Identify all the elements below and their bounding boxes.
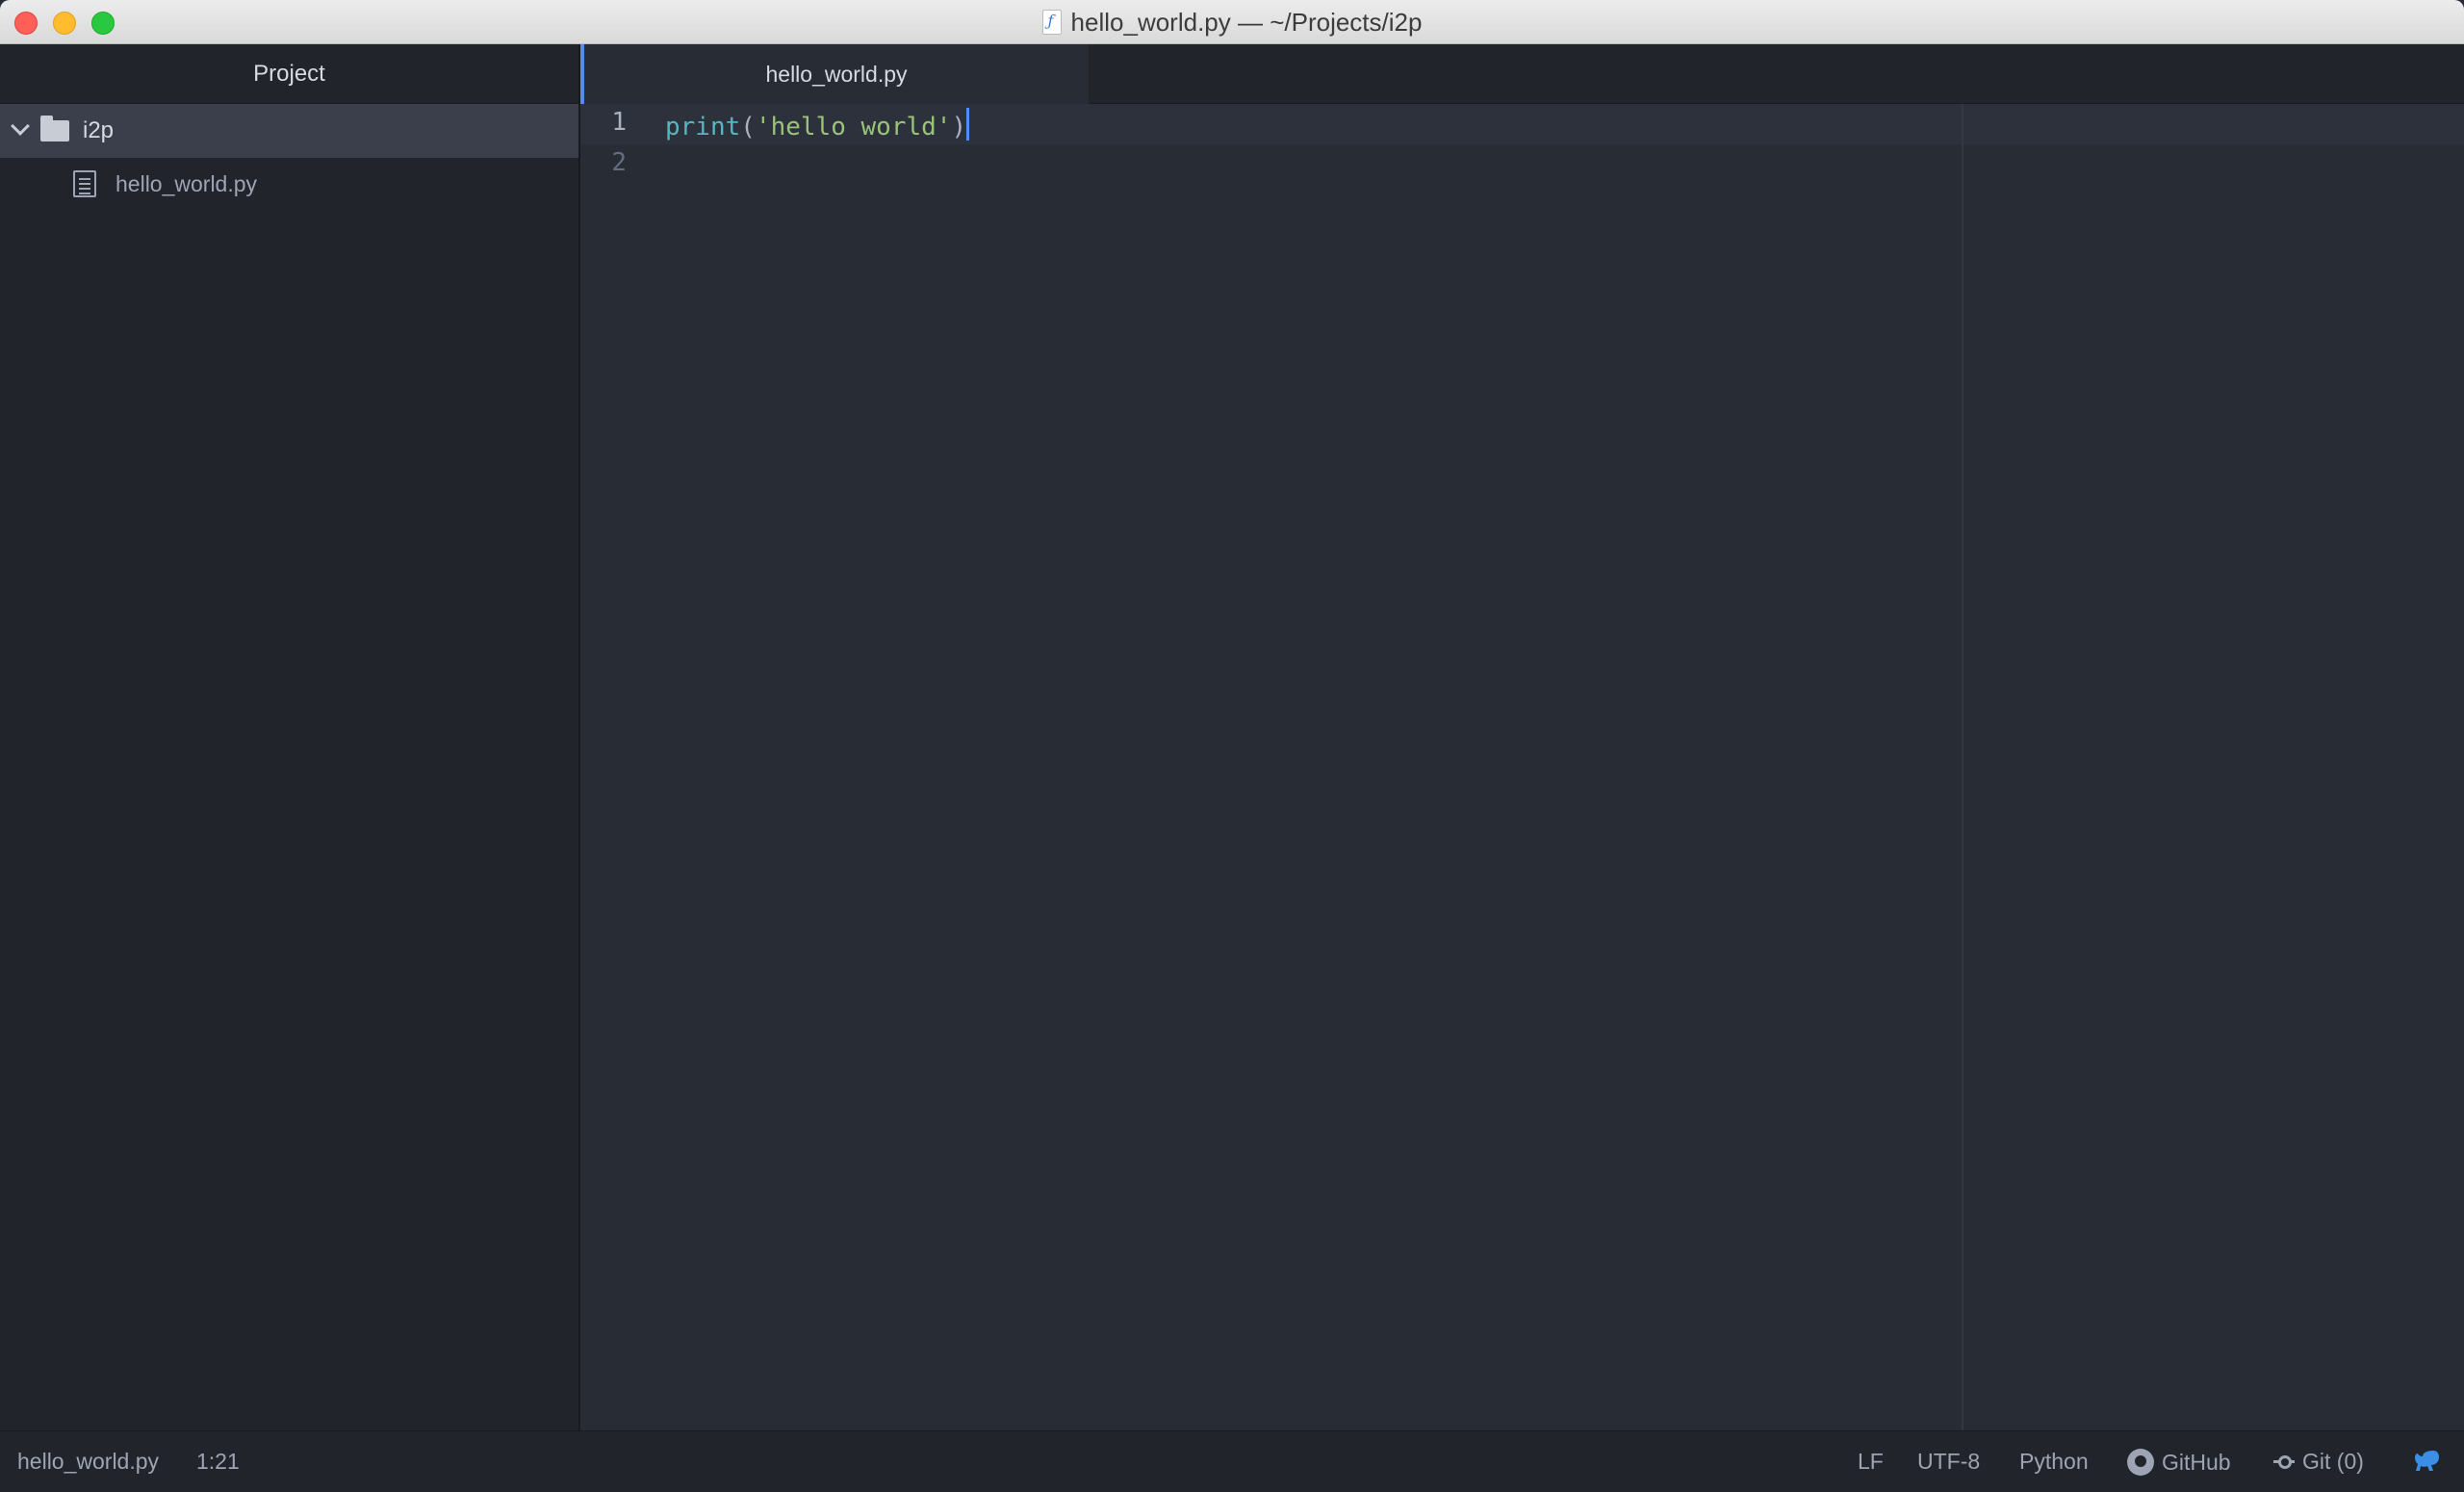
tab-hello-world[interactable]: hello_world.py bbox=[580, 44, 1089, 104]
window-title-group: hello_world.py — ~/Projects/i2p bbox=[0, 0, 2464, 44]
python-file-icon bbox=[1041, 10, 1062, 35]
code-paren-token: ) bbox=[951, 113, 967, 141]
text-editor[interactable]: 1 2 print('hello world') bbox=[580, 104, 2464, 1430]
file-text-icon bbox=[73, 170, 96, 197]
code-string-token: 'hello world' bbox=[755, 113, 952, 141]
line-number[interactable]: 2 bbox=[580, 148, 627, 177]
status-bar: hello_world.py 1:21 LF UTF-8 Python GitH… bbox=[0, 1430, 2464, 1492]
folder-icon bbox=[40, 116, 69, 141]
squirrel-icon[interactable] bbox=[2412, 1447, 2441, 1476]
tree-view-panel: Project i2p hello_world.py bbox=[0, 44, 580, 1430]
status-github-button[interactable]: GitHub bbox=[2127, 1449, 2231, 1476]
window-title: hello_world.py — ~/Projects/i2p bbox=[1070, 7, 1423, 37]
github-label: GitHub bbox=[2162, 1450, 2231, 1475]
code-function-token: print bbox=[665, 113, 741, 141]
tab-bar: hello_world.py bbox=[580, 44, 2464, 104]
wrap-guide bbox=[1962, 104, 1964, 1430]
status-grammar[interactable]: Python bbox=[2019, 1449, 2089, 1475]
file-label: hello_world.py bbox=[116, 171, 258, 196]
project-panel-header[interactable]: Project bbox=[0, 44, 578, 104]
github-icon bbox=[2127, 1449, 2154, 1476]
git-commit-icon bbox=[2273, 1455, 2295, 1469]
line-number[interactable]: 1 bbox=[580, 108, 627, 137]
chevron-down-icon[interactable] bbox=[11, 116, 30, 136]
git-label: Git (0) bbox=[2302, 1449, 2364, 1474]
tree-item-root-folder[interactable]: i2p bbox=[0, 104, 578, 158]
status-line-ending[interactable]: LF bbox=[1858, 1449, 1884, 1475]
root-folder-label: i2p bbox=[83, 117, 115, 143]
status-git-button[interactable]: Git (0) bbox=[2273, 1449, 2364, 1475]
text-cursor bbox=[966, 108, 970, 141]
title-bar: hello_world.py — ~/Projects/i2p bbox=[0, 0, 2464, 44]
code-paren-token: ( bbox=[740, 113, 756, 141]
status-encoding[interactable]: UTF-8 bbox=[1917, 1449, 1980, 1475]
status-cursor-position[interactable]: 1:21 bbox=[196, 1449, 240, 1475]
code-line[interactable]: print('hello world') bbox=[665, 108, 970, 141]
tree-item-file[interactable]: hello_world.py bbox=[0, 158, 578, 210]
status-file-name[interactable]: hello_world.py bbox=[17, 1449, 159, 1475]
